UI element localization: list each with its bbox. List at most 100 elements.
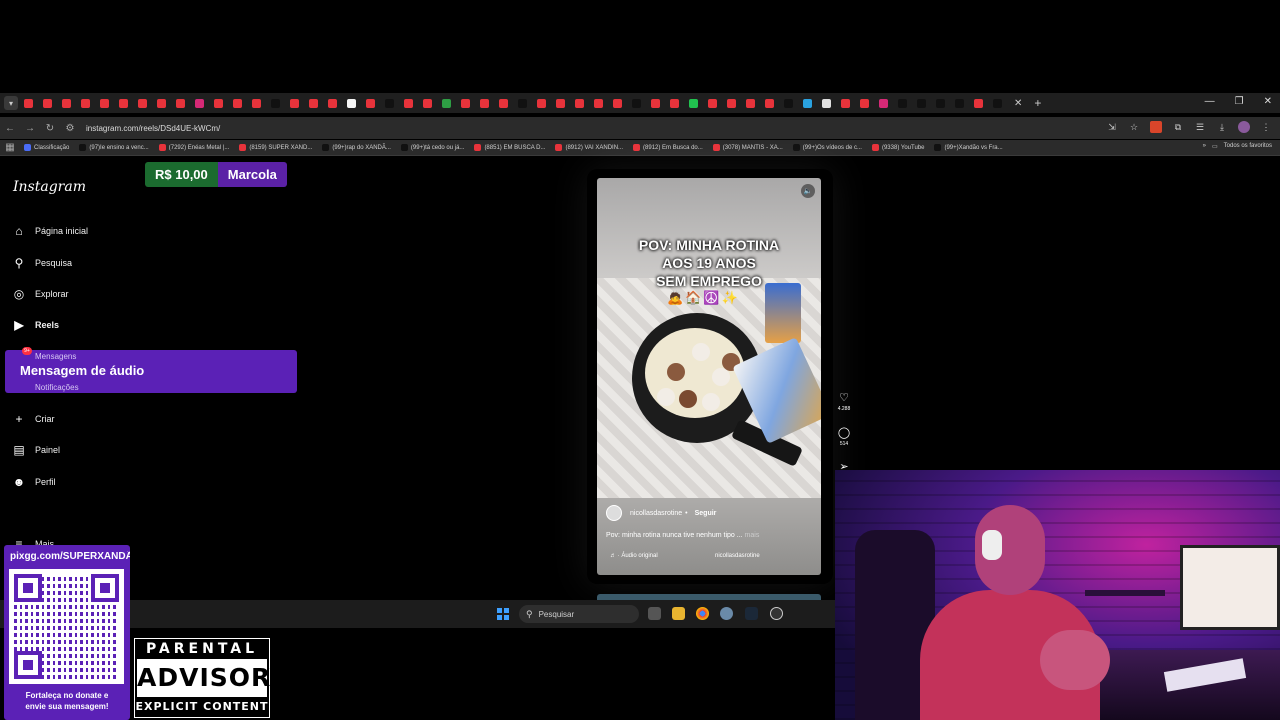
close-window-icon[interactable]: ✕ <box>1264 96 1272 107</box>
nav-search[interactable]: ⚲ Pesquisa <box>12 256 72 270</box>
author-avatar[interactable] <box>606 505 622 521</box>
share-icon[interactable]: ➢ <box>839 460 848 470</box>
tab-favicon-icon[interactable] <box>385 98 394 108</box>
tab-favicon-icon[interactable] <box>632 98 641 108</box>
tab-favicon-icon[interactable] <box>974 98 983 108</box>
tab-favicon-icon[interactable] <box>138 98 147 108</box>
share-action[interactable]: ➢ <box>836 460 852 470</box>
url-field[interactable]: instagram.com/reels/DSd4UE-kWCm/ <box>86 124 220 133</box>
tab-favicon-icon[interactable] <box>62 98 71 108</box>
bookmark-item[interactable]: (99+)rap do XANDÃ... <box>322 144 391 151</box>
minimize-icon[interactable]: — <box>1205 96 1215 107</box>
tab-favicon-icon[interactable] <box>157 98 166 108</box>
tab-favicon-icon[interactable] <box>537 98 546 108</box>
tab-favicon-icon[interactable] <box>651 98 660 108</box>
nav-create[interactable]: + Criar <box>12 412 54 426</box>
tab-favicon-icon[interactable] <box>309 98 318 108</box>
tab-favicon-icon[interactable] <box>252 98 261 108</box>
nav-dashboard[interactable]: ▤ Painel <box>12 443 60 457</box>
menu-kebab-icon[interactable]: ⋮ <box>1260 121 1272 133</box>
tab-favicon-icon[interactable] <box>119 98 128 108</box>
tab-favicon-icon[interactable] <box>442 98 451 108</box>
tab-favicon-icon[interactable] <box>423 98 432 108</box>
extensions-puzzle-icon[interactable]: ⧉ <box>1172 121 1184 133</box>
tab-favicon-icon[interactable] <box>81 98 90 108</box>
tab-favicon-icon[interactable] <box>233 98 242 108</box>
reel-audio-label[interactable]: ♬ · Áudio original <box>610 553 658 559</box>
tab-favicon-icon[interactable] <box>499 98 508 108</box>
tab-favicon-icon[interactable] <box>556 98 565 108</box>
reel-video[interactable]: 🔈 POV: MINHA ROTINA AOS 19 ANOS SEM EMPR… <box>597 178 821 575</box>
back-icon[interactable]: ← <box>0 123 20 134</box>
like-action[interactable]: ♡ 4.288 <box>836 391 852 412</box>
bookmark-item[interactable]: (97)Ie ensino a venc... <box>79 144 149 151</box>
forward-icon[interactable]: → <box>20 123 40 134</box>
apps-grid-icon[interactable]: ▦ <box>0 142 20 153</box>
tab-favicon-icon[interactable] <box>898 98 907 108</box>
tab-favicon-icon[interactable] <box>176 98 185 108</box>
bookmark-item[interactable]: (3078) MANTIS - XA... <box>712 144 783 151</box>
reel-audio-user[interactable]: nicollasdasrotine <box>715 553 760 559</box>
tab-favicon-icon[interactable] <box>594 98 603 108</box>
tab-favicon-icon[interactable] <box>480 98 489 108</box>
bookmarks-overflow[interactable]: » <box>1203 143 1206 150</box>
tab-favicon-icon[interactable] <box>271 98 280 108</box>
bookmark-item[interactable]: (99+)tá cedo ou já... <box>400 144 464 151</box>
tab-favicon-icon[interactable] <box>100 98 109 108</box>
maximize-icon[interactable]: ❐ <box>1235 96 1244 107</box>
tab-favicon-icon[interactable] <box>328 98 337 108</box>
site-info-icon[interactable]: ⚙ <box>60 123 80 134</box>
volume-icon[interactable]: 🔈 <box>801 184 815 198</box>
tab-groups-icon[interactable]: ☰ <box>1194 121 1206 133</box>
tab-favicon-icon[interactable] <box>993 98 1002 108</box>
obs-icon[interactable] <box>770 607 783 620</box>
reload-icon[interactable]: ↻ <box>40 123 60 134</box>
bookmark-item[interactable]: (8912) VAI XANDIN... <box>555 144 623 151</box>
tab-favicon-icon[interactable] <box>955 98 964 108</box>
author-username[interactable]: nicollasdasrotine <box>630 510 682 517</box>
tab-favicon-icon[interactable] <box>803 98 812 108</box>
tab-favicon-icon[interactable] <box>575 98 584 108</box>
follow-button[interactable]: Seguir <box>695 510 717 517</box>
heart-icon[interactable]: ♡ <box>839 391 849 404</box>
tab-favicon-icon[interactable] <box>879 98 888 108</box>
tab-favicon-icon[interactable] <box>290 98 299 108</box>
taskbar-search[interactable]: ⚲ Pesquisar <box>519 605 639 623</box>
bookmark-item[interactable]: (99+)Xandão vs Fra... <box>934 144 1003 151</box>
tab-favicon-icon[interactable] <box>24 98 33 108</box>
task-view-icon[interactable] <box>648 607 661 620</box>
tab-favicon-icon[interactable] <box>708 98 717 108</box>
profile-avatar[interactable] <box>1238 121 1250 133</box>
tab-favicon-icon[interactable] <box>917 98 926 108</box>
tab-favicon-icon[interactable] <box>195 98 204 108</box>
tab-search-dropdown-icon[interactable]: ▾ <box>4 96 18 110</box>
tab-favicon-icon[interactable] <box>404 98 413 108</box>
bookmark-item[interactable]: (99+)Os vídeos de c... <box>792 144 862 151</box>
bookmark-item[interactable]: (7292) Enéas Metal |... <box>158 144 229 151</box>
tab-favicon-icon[interactable] <box>822 98 831 108</box>
tab-favicon-icon[interactable] <box>461 98 470 108</box>
new-tab-icon[interactable]: + <box>1034 96 1041 110</box>
tab-favicon-icon[interactable] <box>613 98 622 108</box>
bookmark-item[interactable]: (9338) YouTube <box>871 144 924 151</box>
tab-favicon-icon[interactable] <box>670 98 679 108</box>
settings-icon[interactable] <box>720 607 733 620</box>
tab-favicon-icon[interactable] <box>518 98 527 108</box>
nav-home[interactable]: ⌂ Página inicial <box>12 224 88 238</box>
tab-favicon-icon[interactable] <box>43 98 52 108</box>
download-icon[interactable]: ⤓ <box>1216 121 1228 133</box>
bookmark-item[interactable]: Classificação <box>24 144 69 151</box>
tab-favicon-icon[interactable] <box>347 98 356 108</box>
tab-favicon-icon[interactable] <box>765 98 774 108</box>
nav-reels[interactable]: ▶ Reels <box>12 318 59 332</box>
nav-explore[interactable]: ◎ Explorar <box>12 287 69 301</box>
tab-favicon-icon[interactable] <box>860 98 869 108</box>
tab-favicon-icon[interactable] <box>366 98 375 108</box>
install-app-icon[interactable]: ⇲ <box>1106 121 1118 133</box>
tab-favicon-icon[interactable] <box>841 98 850 108</box>
nav-profile[interactable]: ☻ Perfil <box>12 475 56 489</box>
caption-more-link[interactable]: mais <box>745 532 760 539</box>
comment-action[interactable]: ◯ 514 <box>836 426 852 447</box>
tab-favicon-icon[interactable] <box>784 98 793 108</box>
extension-icon[interactable] <box>1150 121 1162 133</box>
